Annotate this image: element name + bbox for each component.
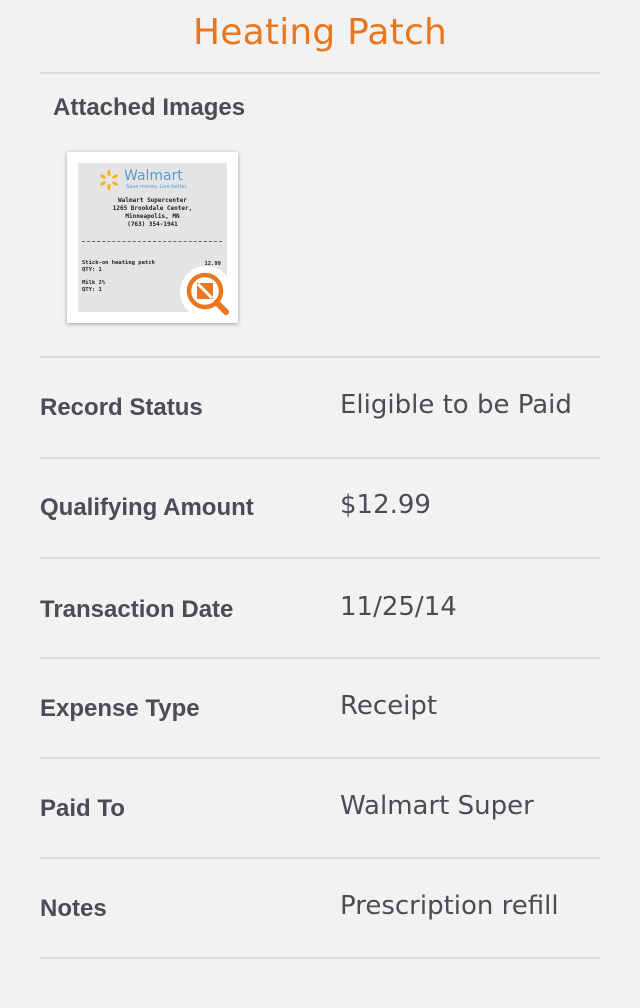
detail-row-expense-type: Expense Type Receipt	[40, 659, 600, 757]
receipt-store-address: Walmart Supercenter 1265 Brookdale Cente…	[112, 197, 193, 228]
receipt-brand: Walmart	[124, 168, 183, 184]
detail-label: Transaction Date	[40, 596, 234, 623]
detail-row-record-status: Record Status Eligible to be Paid	[40, 358, 600, 456]
receipt-item-2: Milk 2% QTY: 1	[82, 280, 106, 293]
detail-value: Receipt	[340, 691, 438, 721]
detail-label: Expense Type	[40, 695, 200, 722]
detail-row-paid-to: Paid To Walmart Super	[40, 759, 600, 857]
receipt-tagline: Save money. Live better.	[126, 184, 188, 190]
detail-label: Record Status	[40, 394, 203, 421]
walmart-logo: Walmart Save money. Live better.	[98, 168, 208, 194]
walmart-spark-icon	[100, 169, 118, 191]
divider	[40, 72, 600, 74]
receipt-divider	[82, 241, 222, 242]
receipt-thumbnail[interactable]: Walmart Save money. Live better. Walmart…	[67, 152, 238, 323]
detail-label: Paid To	[40, 795, 125, 822]
detail-row-notes: Notes Prescription refill	[40, 859, 600, 957]
receipt-item-1: Stick-on heating patch QTY: 1	[82, 260, 155, 273]
page-title: Heating Patch	[193, 12, 447, 53]
detail-row-transaction-date: Transaction Date 11/25/14	[40, 559, 600, 657]
detail-row-qualifying-amount: Qualifying Amount $12.99	[40, 459, 600, 557]
detail-label: Notes	[40, 895, 107, 922]
detail-value: $12.99	[340, 490, 431, 520]
detail-value: Walmart Super	[340, 791, 534, 821]
detail-value: 11/25/14	[340, 592, 457, 622]
detail-value: Prescription refill	[340, 891, 559, 921]
detail-label: Qualifying Amount	[40, 494, 254, 521]
detail-value: Eligible to be Paid	[340, 390, 572, 420]
magnify-zoom-icon[interactable]	[179, 265, 235, 321]
divider	[40, 957, 600, 959]
attached-images-label: Attached Images	[53, 94, 246, 121]
